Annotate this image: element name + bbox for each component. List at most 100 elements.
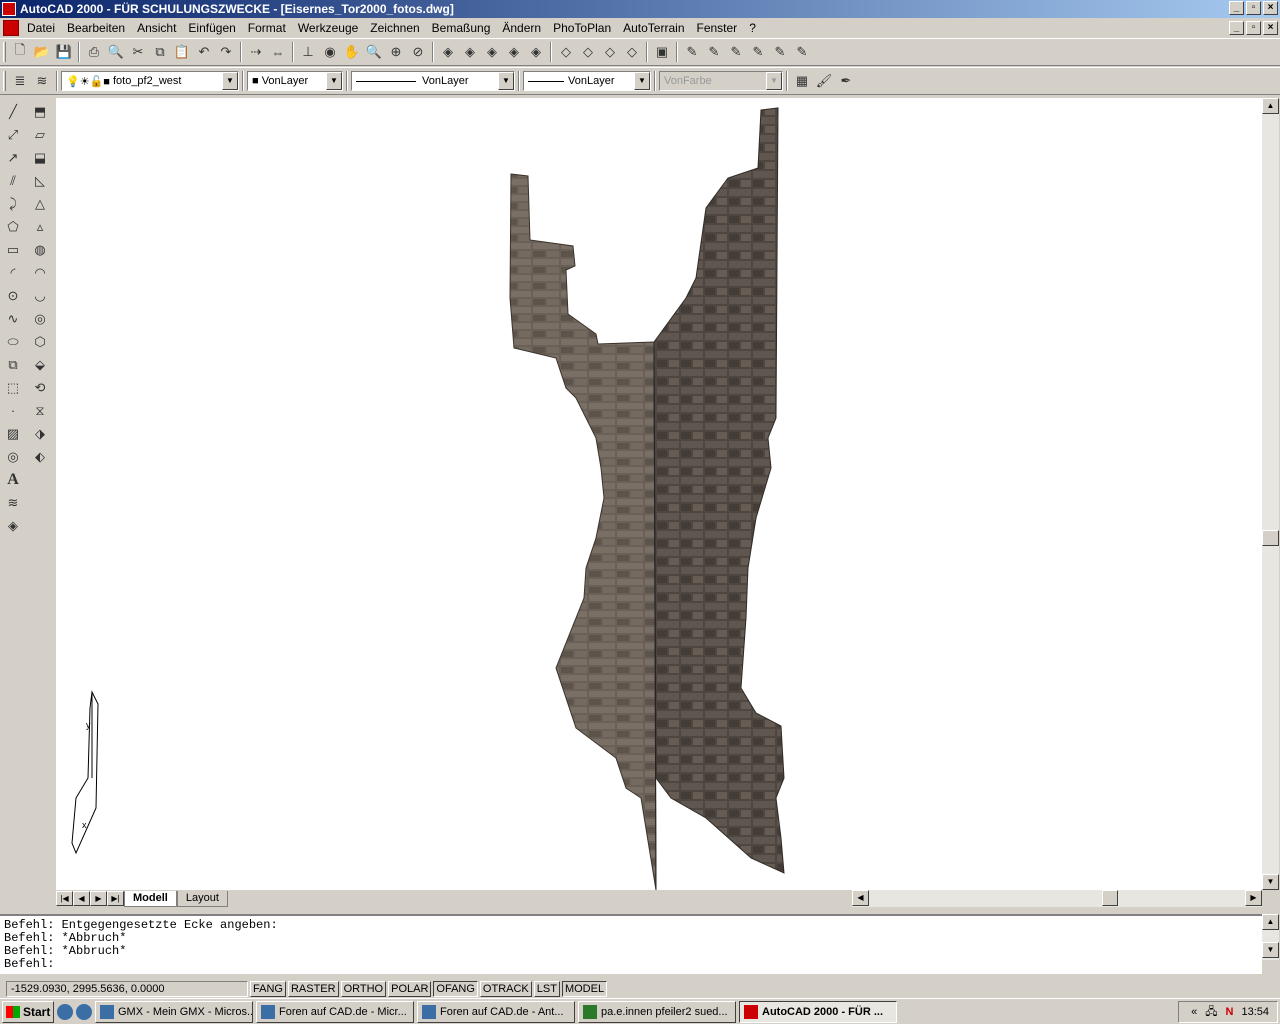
photo-tool5-icon[interactable]: ✎ (769, 41, 791, 63)
menu-bearbeiten[interactable]: Bearbeiten (61, 21, 131, 35)
tab-prev-button[interactable]: ◀ (73, 891, 90, 906)
cmd-scroll-up-button[interactable]: ▲ (1262, 914, 1279, 930)
menu-datei[interactable]: Datei (21, 21, 61, 35)
undo-icon[interactable]: ↶ (193, 41, 215, 63)
chevron-down-icon[interactable]: ▼ (498, 72, 514, 90)
doc-minimize-button[interactable]: _ (1229, 21, 1244, 35)
desktop-quicklaunch-icon[interactable] (57, 1003, 73, 1020)
insert-block-icon[interactable]: ⧉ (2, 353, 24, 376)
photo-tool3-icon[interactable]: ✎ (725, 41, 747, 63)
box-icon[interactable]: ⬒ (29, 100, 51, 123)
polygon-icon[interactable]: ⬠ (2, 215, 24, 238)
cmd-scroll-down-button[interactable]: ▼ (1262, 942, 1279, 958)
scroll-left-button[interactable]: ◀ (852, 890, 869, 906)
print-icon[interactable]: ⎙ (83, 41, 105, 63)
model-toggle[interactable]: MODEL (561, 980, 608, 997)
tab-first-button[interactable]: |◀ (56, 891, 73, 906)
menu-aendern[interactable]: Ändern (496, 21, 547, 35)
adcenter-icon[interactable]: ◉ (319, 41, 341, 63)
zoom-window-icon[interactable]: ⊕ (385, 41, 407, 63)
photoplan-icon[interactable]: ▣ (651, 41, 673, 63)
lineweight-toggle[interactable]: LST (533, 980, 560, 997)
menu-einfuegen[interactable]: Einfügen (182, 21, 241, 35)
mline-icon[interactable]: ⫽ (2, 169, 24, 192)
task-cad-forum-2[interactable]: Foren auf CAD.de - Ant... (417, 1000, 575, 1023)
command-prompt[interactable]: Befehl: (4, 958, 1258, 971)
layer-manager-icon[interactable]: ≣ (9, 70, 31, 92)
ie-quicklaunch-icon[interactable] (76, 1003, 92, 1020)
tracking-icon[interactable]: ⇔ (267, 41, 289, 63)
zoom-realtime-icon[interactable]: 🔍 (363, 41, 385, 63)
restore-button[interactable]: ▫ (1246, 1, 1261, 15)
tabulated-surface-icon[interactable]: ⧖ (29, 399, 51, 422)
dome-icon[interactable]: ◠ (29, 261, 51, 284)
lineweight-combo[interactable]: VonLayer ▼ (523, 71, 651, 91)
match-properties-icon[interactable]: 🖌 (813, 70, 835, 92)
line-icon[interactable]: ╱ (2, 100, 24, 123)
menu-bemassung[interactable]: Bemaßung (426, 21, 497, 35)
iso-ne-icon[interactable]: ◇ (599, 41, 621, 63)
photo-tool6-icon[interactable]: ✎ (791, 41, 813, 63)
view-right-icon[interactable]: ◈ (503, 41, 525, 63)
menu-werkzeuge[interactable]: Werkzeuge (292, 21, 364, 35)
3dmesh-icon[interactable]: ⬙ (29, 353, 51, 376)
chevron-down-icon[interactable]: ▼ (222, 72, 238, 90)
text-icon[interactable]: A (2, 468, 24, 491)
close-button[interactable]: × (1263, 1, 1278, 15)
cone-icon[interactable]: ▵ (29, 215, 51, 238)
clock[interactable]: 13:54 (1241, 1006, 1269, 1018)
iso-se-icon[interactable]: ◇ (577, 41, 599, 63)
new-icon[interactable]: 🗋 (9, 41, 31, 63)
snap-toggle[interactable]: FANG (250, 980, 286, 997)
pan-icon[interactable]: ✋ (341, 41, 363, 63)
vertical-scrollbar[interactable]: ▲ ▼ (1262, 98, 1279, 890)
arc-icon[interactable]: ◜ (2, 261, 24, 284)
view-top-icon[interactable]: ◈ (437, 41, 459, 63)
cut-icon[interactable]: ✂ (127, 41, 149, 63)
scroll-right-button[interactable]: ▶ (1245, 890, 1262, 906)
scroll-up-button[interactable]: ▲ (1262, 98, 1279, 114)
region-icon[interactable]: ◎ (2, 445, 24, 468)
menu-zeichnen[interactable]: Zeichnen (364, 21, 425, 35)
command-window[interactable]: Befehl: Entgegengesetzte Ecke angeben: B… (0, 914, 1262, 974)
chevron-down-icon[interactable]: ▼ (634, 72, 650, 90)
start-button[interactable]: Start (2, 1000, 54, 1023)
minimize-button[interactable]: _ (1229, 1, 1244, 15)
cube-icon[interactable]: ⬓ (29, 146, 51, 169)
photo-tool2-icon[interactable]: ✎ (703, 41, 725, 63)
drawing-canvas[interactable]: x y (56, 98, 1262, 891)
menu-help[interactable]: ? (743, 21, 762, 35)
edge-surface-icon[interactable]: ⬖ (29, 445, 51, 468)
tab-modell[interactable]: Modell (124, 890, 177, 907)
tab-layout[interactable]: Layout (176, 890, 228, 907)
sphere-icon[interactable]: ◍ (29, 238, 51, 261)
preview-icon[interactable]: 🔍 (105, 41, 127, 63)
task-autocad[interactable]: AutoCAD 2000 - FÜR ... (739, 1000, 897, 1023)
open-icon[interactable]: 📂 (31, 41, 53, 63)
rectangle-icon[interactable]: ▭ (2, 238, 24, 261)
linetype-combo[interactable]: VonLayer ▼ (351, 71, 515, 91)
photo-extra-icon[interactable]: ✒ (835, 70, 857, 92)
doc-close-button[interactable]: × (1263, 21, 1278, 35)
autocad-app-icon[interactable] (2, 2, 16, 16)
grid-toggle[interactable]: RASTER (287, 980, 339, 997)
task-cad-forum-1[interactable]: Foren auf CAD.de - Micr... (256, 1000, 414, 1023)
spline-curve-icon[interactable]: ⤸ (2, 192, 24, 215)
plane-icon[interactable]: ▱ (29, 123, 51, 146)
otrack-toggle[interactable]: OTRACK (479, 980, 532, 997)
scroll-thumb[interactable] (1262, 530, 1279, 546)
layer-previous-icon[interactable]: ≋ (31, 70, 53, 92)
ruled-surface-icon[interactable]: ⬗ (29, 422, 51, 445)
layer-tool-icon[interactable]: ≋ (2, 491, 24, 514)
polar-toggle[interactable]: POLAR (388, 980, 432, 997)
polyline-icon[interactable]: ↗ (2, 146, 24, 169)
menu-photoplan[interactable]: PhoToPlan (547, 21, 617, 35)
view-front-icon[interactable]: ◈ (459, 41, 481, 63)
point-icon[interactable]: · (2, 399, 24, 422)
tab-next-button[interactable]: ▶ (90, 891, 107, 906)
dish-icon[interactable]: ◡ (29, 284, 51, 307)
torus-icon[interactable]: ◎ (29, 307, 51, 330)
ortho-toggle[interactable]: ORTHO (340, 980, 387, 997)
iso-nw-icon[interactable]: ◇ (621, 41, 643, 63)
revolved-surface-icon[interactable]: ⟲ (29, 376, 51, 399)
